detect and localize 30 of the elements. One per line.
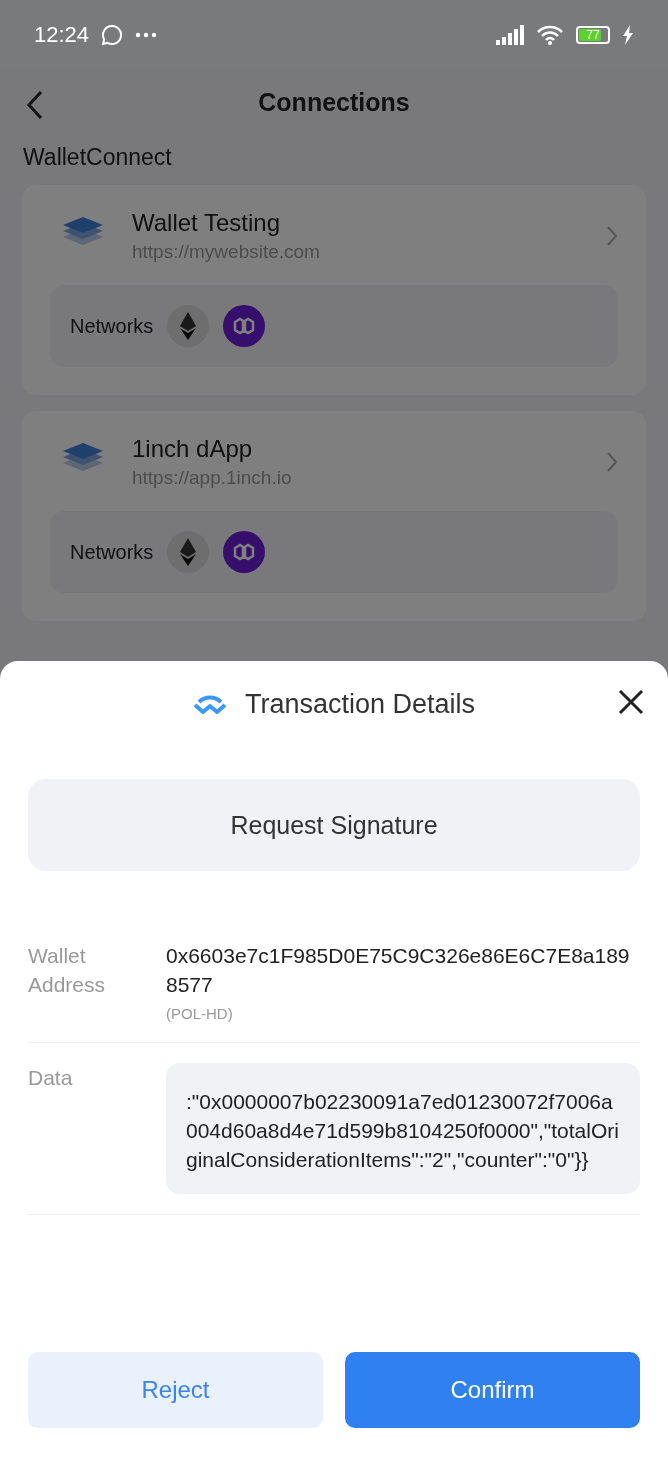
clock: 12:24	[34, 22, 90, 48]
battery-icon: 77	[576, 26, 610, 44]
reject-button[interactable]: Reject	[28, 1352, 323, 1428]
confirm-button[interactable]: Confirm	[345, 1352, 640, 1428]
wallet-address: 0x6603e7c1F985D0E75C9C326e86E6C7E8a1898577	[166, 943, 631, 998]
wifi-icon	[536, 24, 564, 46]
request-type: Request Signature	[28, 779, 640, 871]
network-note: (POL-HD)	[166, 1005, 234, 1022]
ethereum-icon	[167, 531, 210, 573]
signal-icon	[496, 25, 524, 45]
field-label: Data	[28, 1065, 74, 1091]
sheet-title: Transaction Details	[244, 688, 476, 720]
back-icon[interactable]	[26, 90, 44, 120]
walletconnect-icon	[192, 693, 227, 715]
dapp-name: Wallet Testing	[132, 209, 282, 237]
charging-icon	[622, 25, 634, 45]
chevron-right-icon	[606, 225, 618, 247]
section-label: WalletConnect	[22, 143, 173, 172]
chat-icon	[101, 24, 124, 46]
networks-label: Networks	[70, 540, 154, 564]
chevron-right-icon	[606, 451, 618, 473]
polygon-icon	[223, 531, 266, 573]
data-text: :"0x0000007b02230091a7ed01230072f7006a004d60a8d4e71d599b8104250f0000","totalOriginalConsiderationItems":"2","counter":"0"}}	[166, 1063, 640, 1194]
ethereum-icon	[167, 305, 210, 347]
polygon-icon	[223, 305, 266, 347]
more-icon	[135, 32, 158, 38]
networks-label: Networks	[70, 314, 154, 338]
page-title: Connections	[258, 87, 410, 117]
field-label: Wallet Address	[28, 943, 107, 998]
dapp-name: 1inch dApp	[132, 435, 254, 463]
